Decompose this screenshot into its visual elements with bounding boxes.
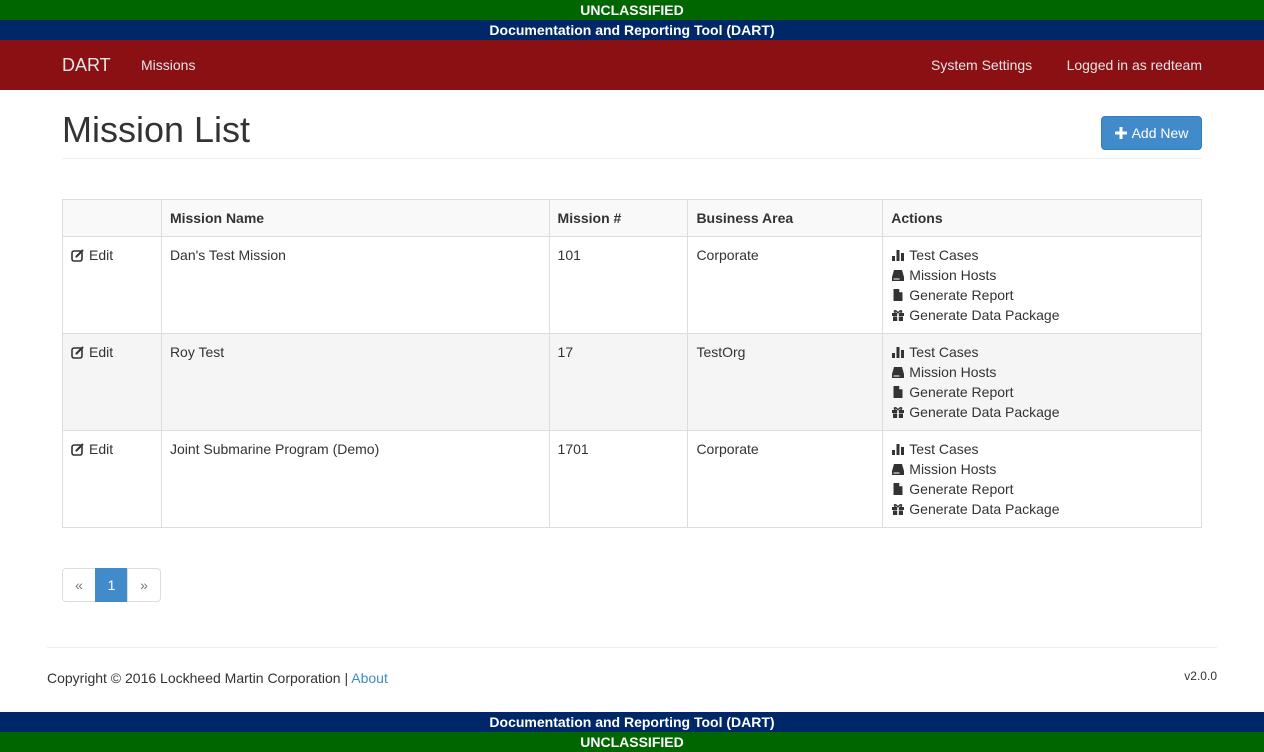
column-header-edit <box>62 199 162 237</box>
actions-cell: Test Cases Mission Hosts Generate Report… <box>882 333 1202 431</box>
edit-cell: Edit <box>62 333 162 431</box>
page-title: Mission List <box>62 109 251 150</box>
table-header-row: Mission Name Mission # Business Area Act… <box>62 199 1202 237</box>
brand-link[interactable]: DART <box>62 40 111 90</box>
test-cases-link[interactable]: Test Cases <box>891 342 1193 362</box>
mission-number-cell: 1701 <box>548 430 689 528</box>
hard-drive-icon <box>892 270 905 281</box>
file-icon <box>893 483 903 495</box>
footer-copyright: Copyright © 2016 Lockheed Martin Corpora… <box>47 670 388 686</box>
footer-divider <box>47 647 1217 648</box>
add-new-button[interactable]: Add New <box>1101 116 1202 150</box>
generate-report-label: Generate Report <box>909 481 1014 497</box>
actions-cell: Test Cases Mission Hosts Generate Report… <box>882 236 1202 334</box>
mission-hosts-link[interactable]: Mission Hosts <box>891 265 1193 285</box>
gift-icon <box>892 310 905 321</box>
generate-data-package-link[interactable]: Generate Data Package <box>891 402 1193 422</box>
generate-data-package-link[interactable]: Generate Data Package <box>891 499 1193 519</box>
generate-report-label: Generate Report <box>909 384 1014 400</box>
table-row: Edit Dan's Test Mission 101 Corporate Te… <box>62 236 1202 334</box>
copyright-text: Copyright © 2016 Lockheed Martin Corpora… <box>47 670 349 686</box>
app-name-banner-top: Documentation and Reporting Tool (DART) <box>0 20 1264 40</box>
edit-link[interactable]: Edit <box>71 245 113 265</box>
test-cases-label: Test Cases <box>909 441 979 457</box>
bar-chart-icon <box>892 444 905 455</box>
mission-number-cell: 101 <box>548 236 689 334</box>
hard-drive-icon <box>892 367 905 378</box>
table-row: Edit Roy Test 17 TestOrg Test Cases Miss… <box>62 333 1202 431</box>
pagination-page-1[interactable]: 1 <box>95 568 128 602</box>
business-area-cell: Corporate <box>687 430 884 528</box>
generate-report-label: Generate Report <box>909 287 1014 303</box>
gift-icon <box>892 504 905 515</box>
test-cases-label: Test Cases <box>909 344 979 360</box>
pagination: « 1 » <box>62 568 161 602</box>
business-area-cell: TestOrg <box>687 333 884 431</box>
test-cases-link[interactable]: Test Cases <box>891 439 1193 459</box>
nav-missions-link[interactable]: Missions <box>141 40 195 90</box>
mission-hosts-link[interactable]: Mission Hosts <box>891 459 1193 479</box>
about-link[interactable]: About <box>351 670 388 686</box>
edit-cell: Edit <box>62 236 162 334</box>
generate-report-link[interactable]: Generate Report <box>891 285 1193 305</box>
edit-link[interactable]: Edit <box>71 342 113 362</box>
generate-data-package-label: Generate Data Package <box>909 307 1060 323</box>
gift-icon <box>892 407 905 418</box>
generate-report-link[interactable]: Generate Report <box>891 479 1193 499</box>
column-header-mission-name: Mission Name <box>160 199 550 237</box>
edit-icon <box>71 249 84 262</box>
hard-drive-icon <box>892 464 905 475</box>
plus-icon <box>1114 127 1127 139</box>
navbar: DART Missions System Settings Logged in … <box>0 40 1264 90</box>
actions-cell: Test Cases Mission Hosts Generate Report… <box>882 430 1202 528</box>
version-label: v2.0.0 <box>1184 669 1217 683</box>
table-row: Edit Joint Submarine Program (Demo) 1701… <box>62 430 1202 528</box>
mission-name-cell: Roy Test <box>160 333 550 431</box>
file-icon <box>893 289 903 301</box>
classification-banner-top: UNCLASSIFIED <box>0 0 1264 20</box>
pagination-prev-button[interactable]: « <box>62 568 96 602</box>
test-cases-label: Test Cases <box>909 247 979 263</box>
mission-hosts-link[interactable]: Mission Hosts <box>891 362 1193 382</box>
column-header-actions: Actions <box>882 199 1202 237</box>
mission-name-cell: Joint Submarine Program (Demo) <box>160 430 550 528</box>
mission-table: Mission Name Mission # Business Area Act… <box>62 199 1202 528</box>
mission-hosts-label: Mission Hosts <box>909 461 997 477</box>
mission-name-cell: Dan's Test Mission <box>160 236 550 334</box>
edit-label: Edit <box>89 441 114 457</box>
edit-icon <box>71 346 84 359</box>
edit-cell: Edit <box>62 430 162 528</box>
column-header-business-area: Business Area <box>687 199 884 237</box>
generate-report-link[interactable]: Generate Report <box>891 382 1193 402</box>
bar-chart-icon <box>892 347 905 358</box>
nav-system-settings-link[interactable]: System Settings <box>931 40 1032 90</box>
generate-data-package-link[interactable]: Generate Data Package <box>891 305 1193 325</box>
generate-data-package-label: Generate Data Package <box>909 501 1060 517</box>
logged-in-user-link[interactable]: Logged in as redteam <box>1067 40 1202 90</box>
mission-number-cell: 17 <box>548 333 689 431</box>
edit-link[interactable]: Edit <box>71 439 113 459</box>
test-cases-link[interactable]: Test Cases <box>891 245 1193 265</box>
mission-hosts-label: Mission Hosts <box>909 267 997 283</box>
edit-icon <box>71 443 84 456</box>
title-divider <box>62 158 1202 159</box>
column-header-mission-number: Mission # <box>548 199 689 237</box>
business-area-cell: Corporate <box>687 236 884 334</box>
pagination-next-button[interactable]: » <box>127 568 161 602</box>
edit-label: Edit <box>89 247 114 263</box>
bar-chart-icon <box>892 250 905 261</box>
classification-banner-bottom: UNCLASSIFIED <box>0 732 1264 752</box>
file-icon <box>893 386 903 398</box>
mission-hosts-label: Mission Hosts <box>909 364 997 380</box>
generate-data-package-label: Generate Data Package <box>909 404 1060 420</box>
app-name-banner-bottom: Documentation and Reporting Tool (DART) <box>0 712 1264 732</box>
add-new-label: Add New <box>1131 125 1189 141</box>
edit-label: Edit <box>89 344 114 360</box>
